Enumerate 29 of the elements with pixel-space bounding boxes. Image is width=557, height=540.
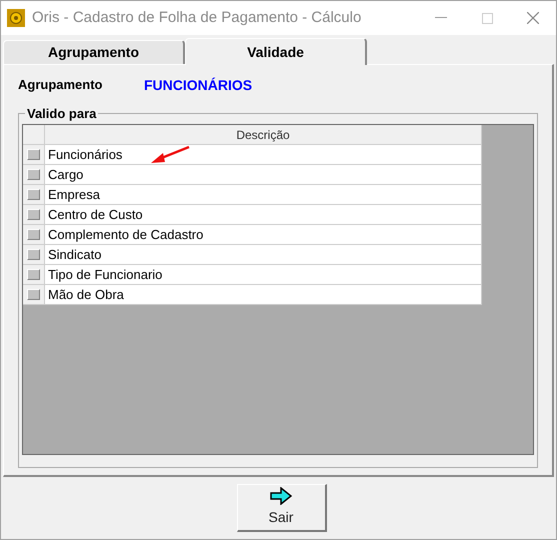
table-cell: Complemento de Cadastro bbox=[45, 225, 482, 245]
arrow-annotation-icon bbox=[149, 145, 191, 165]
app-icon bbox=[7, 9, 25, 27]
agrupamento-label: Agrupamento bbox=[18, 76, 104, 94]
row-selector[interactable] bbox=[27, 209, 40, 220]
column-header: Descrição bbox=[45, 125, 482, 145]
tab[interactable]: Agrupamento bbox=[3, 40, 185, 64]
row-selector[interactable] bbox=[27, 249, 40, 260]
table-cell: Funcionários bbox=[45, 145, 482, 165]
window-title: Oris - Cadastro de Folha de Pagamento - Cálculo bbox=[32, 8, 362, 28]
row-selector[interactable] bbox=[27, 149, 40, 160]
row-selector[interactable] bbox=[27, 229, 40, 240]
table-cell: Centro de Custo bbox=[45, 205, 482, 225]
exit-button[interactable]: Sair bbox=[236, 484, 326, 532]
agrupamento-value: FUNCIONÁRIOS bbox=[144, 76, 252, 94]
row-selector[interactable] bbox=[27, 189, 40, 200]
table-cell: Empresa bbox=[45, 185, 482, 205]
table-cell: Mão de Obra bbox=[45, 285, 482, 305]
row-selector[interactable] bbox=[27, 269, 40, 280]
minimize-icon bbox=[435, 17, 447, 19]
table-cell: Sindicato bbox=[45, 245, 482, 265]
maximize-icon bbox=[482, 12, 492, 24]
row-selector[interactable] bbox=[27, 169, 40, 180]
row-selector[interactable] bbox=[27, 289, 40, 300]
tab[interactable]: Validade bbox=[185, 38, 367, 65]
table-cell: Tipo de Funcionario bbox=[45, 265, 482, 285]
close-icon bbox=[527, 12, 539, 24]
table-cell: Cargo bbox=[45, 165, 482, 185]
arrow-right-icon bbox=[270, 487, 292, 505]
